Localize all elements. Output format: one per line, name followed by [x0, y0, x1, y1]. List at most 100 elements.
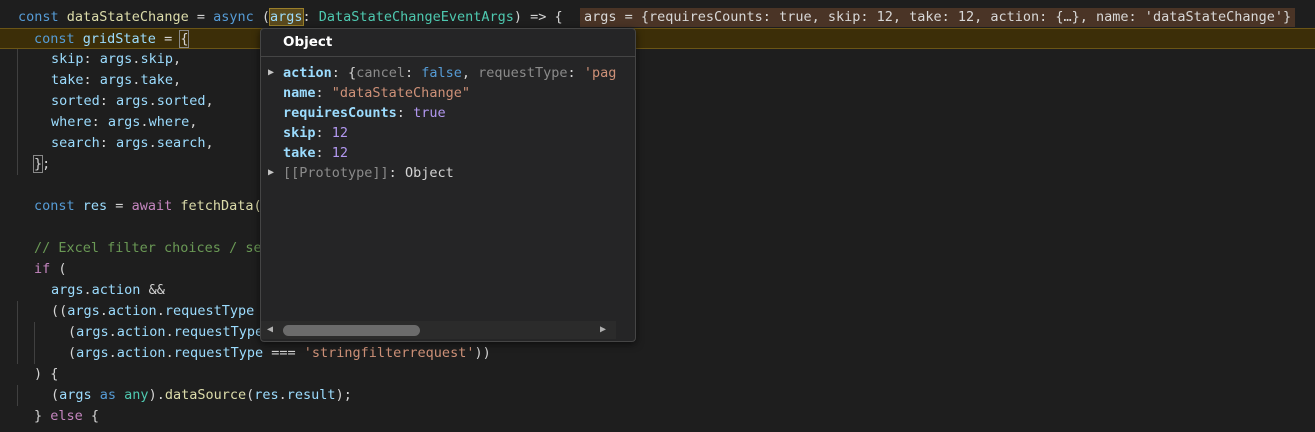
- indent-guide: [17, 91, 18, 112]
- code-line[interactable]: };: [0, 154, 1315, 175]
- code-token: {: [179, 30, 190, 48]
- indent-guide: [17, 133, 18, 154]
- code-text: ((args.action.requestType: [51, 301, 254, 322]
- expand-chevron-icon[interactable]: ▶: [268, 63, 274, 83]
- code-token: args: [51, 282, 84, 298]
- code-text: const gridState = {: [34, 29, 190, 50]
- scrollbar-thumb[interactable]: [283, 325, 420, 336]
- code-token: args: [107, 114, 141, 130]
- property-row[interactable]: ▶ [[Prototype]]: Object: [261, 163, 616, 183]
- property-row: requiresCounts: true: [261, 103, 616, 123]
- indent-guide: [17, 49, 18, 70]
- property-value: {cancel: false, requestType: 'pag: [348, 65, 616, 81]
- code-line[interactable]: // Excel filter choices / se: [0, 238, 1315, 259]
- indent-guide: [34, 343, 35, 364]
- code-token: // Excel filter choices / se: [34, 240, 262, 256]
- property-key: take: [283, 145, 316, 161]
- code-token: ,: [205, 135, 214, 151]
- code-text: (args.action.requestType === 'stringfilt…: [68, 343, 491, 364]
- code-line[interactable]: (args.action.requestType === 'stringfilt…: [0, 343, 1315, 364]
- property-separator: :: [388, 165, 405, 181]
- property-separator: :: [315, 145, 332, 161]
- code-line[interactable]: search: args.search,: [0, 133, 1315, 154]
- code-line[interactable]: [0, 175, 1315, 196]
- code-token: :: [83, 51, 100, 67]
- code-token: :: [91, 114, 108, 130]
- code-token: .: [165, 345, 174, 361]
- code-token: .: [108, 345, 117, 361]
- indent-guide: [17, 343, 18, 364]
- code-text: skip: args.skip,: [51, 49, 181, 70]
- indent-guide: [34, 322, 35, 343]
- code-token: )): [474, 345, 491, 361]
- code-token: &&: [140, 282, 165, 298]
- code-line[interactable]: } else {: [0, 406, 1315, 427]
- code-token: action: [116, 324, 166, 340]
- code-token: =: [188, 9, 214, 25]
- code-token: (: [261, 9, 271, 25]
- code-token: const: [34, 198, 83, 214]
- indent-guide: [17, 112, 18, 133]
- code-token: (: [68, 345, 77, 361]
- code-line[interactable]: ((args.action.requestType: [0, 301, 1315, 322]
- property-key: action: [283, 65, 332, 81]
- code-line[interactable]: sorted: args.sorted,: [0, 91, 1315, 112]
- code-token: ((: [51, 303, 68, 319]
- code-line[interactable]: if (: [0, 259, 1315, 280]
- property-row[interactable]: ▶ action: {cancel: false, requestType: 'p…: [261, 63, 616, 83]
- property-row: skip: 12: [261, 123, 616, 143]
- debug-hover-widget[interactable]: Object ▶ action: {cancel: false, requestT…: [260, 28, 636, 342]
- code-token: .: [140, 114, 149, 130]
- code-token: const: [34, 31, 83, 47]
- property-value: 12: [331, 125, 349, 141]
- code-line[interactable]: args.action &&: [0, 280, 1315, 301]
- code-text: sorted: args.sorted,: [51, 91, 214, 112]
- vertical-scrollbar-track[interactable]: [617, 57, 634, 340]
- code-line[interactable]: ) {: [0, 364, 1315, 385]
- scroll-left-icon[interactable]: ◀: [267, 324, 273, 335]
- code-token: else: [50, 408, 91, 424]
- code-line[interactable]: [0, 217, 1315, 238]
- code-token: any: [124, 387, 149, 403]
- code-line[interactable]: take: args.take,: [0, 70, 1315, 91]
- code-line[interactable]: const gridState = {: [0, 28, 1315, 49]
- horizontal-scrollbar[interactable]: ◀ ▶: [261, 321, 616, 339]
- code-token: args: [116, 135, 149, 151]
- code-text: (args.action.requestType: [68, 322, 263, 343]
- code-token: .: [108, 324, 117, 340]
- code-token: 'stringfilterrequest': [303, 345, 475, 361]
- code-token: .: [99, 303, 108, 319]
- code-editor[interactable]: const dataStateChange = async (args: Dat…: [0, 0, 1315, 432]
- code-token: ;: [42, 156, 51, 172]
- code-token: sorted: [51, 93, 100, 109]
- code-token: args: [99, 72, 133, 88]
- code-token: dataStateChange: [66, 9, 189, 25]
- code-token: .: [148, 93, 157, 109]
- code-token: ,: [189, 114, 198, 130]
- code-token: .: [156, 303, 165, 319]
- code-line[interactable]: (args as any).dataSource(res.result);: [0, 385, 1315, 406]
- code-token: .: [278, 387, 287, 403]
- property-row: take: 12: [261, 143, 616, 163]
- code-token: skip: [51, 51, 84, 67]
- code-line[interactable]: const res = await fetchData(: [0, 196, 1315, 217]
- indent-guide: [17, 322, 18, 343]
- scroll-right-icon[interactable]: ▶: [600, 324, 606, 335]
- code-text: search: args.search,: [51, 133, 214, 154]
- code-token: .: [148, 135, 157, 151]
- hover-title: Object: [261, 29, 635, 57]
- code-line[interactable]: skip: args.skip,: [0, 49, 1315, 70]
- code-token: action: [107, 303, 157, 319]
- code-text: };: [32, 154, 51, 175]
- inline-debug-value[interactable]: args = {requiresCounts: true, skip: 12, …: [580, 8, 1296, 27]
- code-line[interactable]: (args.action.requestType: [0, 322, 1315, 343]
- code-token: :: [99, 135, 117, 151]
- code-line[interactable]: where: args.where,: [0, 112, 1315, 133]
- indent-guide: [17, 154, 18, 175]
- code-token: async: [213, 9, 262, 25]
- code-token: ,: [172, 51, 182, 67]
- code-token: dataSource: [164, 387, 247, 403]
- code-text: } else {: [34, 406, 99, 427]
- expand-chevron-icon[interactable]: ▶: [268, 163, 274, 183]
- code-token: :: [83, 72, 100, 88]
